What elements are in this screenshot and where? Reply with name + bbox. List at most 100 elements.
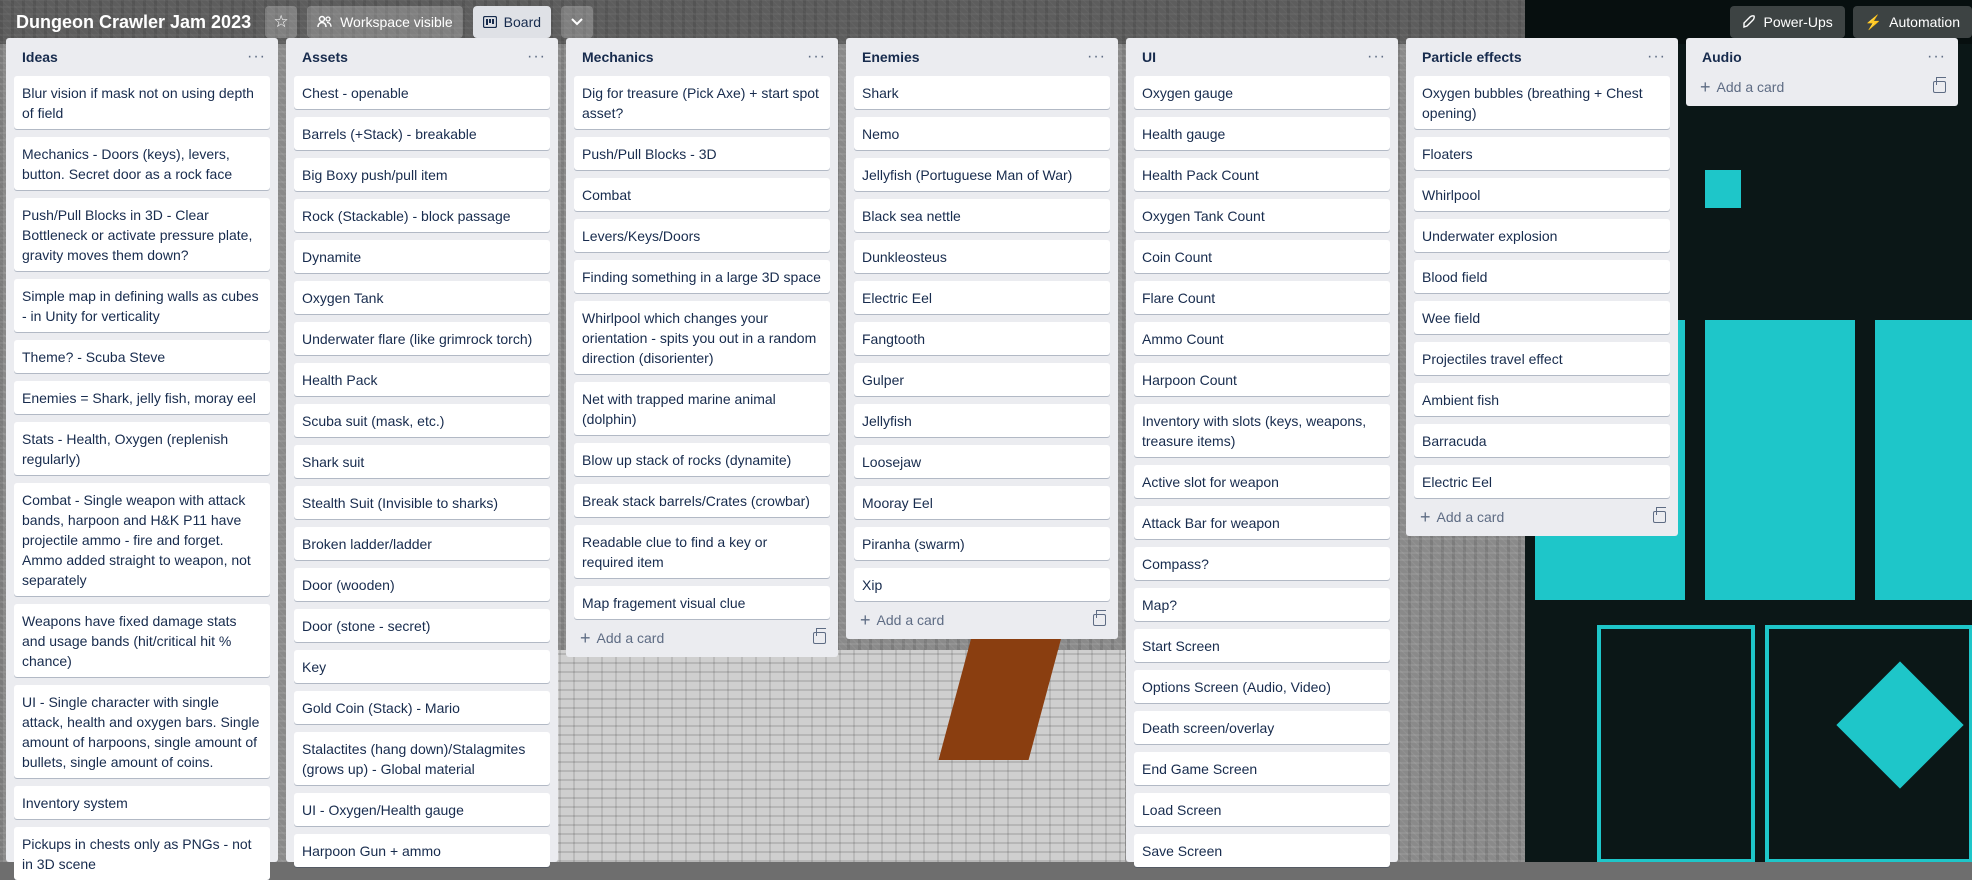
- card[interactable]: Scuba suit (mask, etc.): [294, 404, 550, 437]
- list-title[interactable]: Assets: [302, 49, 348, 65]
- card[interactable]: Underwater flare (like grimrock torch): [294, 322, 550, 355]
- card[interactable]: Flare Count: [1134, 281, 1390, 314]
- card[interactable]: Simple map in defining walls as cubes - …: [14, 279, 270, 332]
- card[interactable]: Levers/Keys/Doors: [574, 219, 830, 252]
- list-title[interactable]: Particle effects: [1422, 49, 1522, 65]
- card[interactable]: Piranha (swarm): [854, 527, 1110, 560]
- power-ups-button[interactable]: Power-Ups: [1730, 6, 1845, 38]
- more-icon[interactable]: ···: [1927, 48, 1946, 66]
- card[interactable]: Push/Pull Blocks in 3D - Clear Bottlenec…: [14, 198, 270, 271]
- card[interactable]: Ammo Count: [1134, 322, 1390, 355]
- card-template-icon[interactable]: [1093, 610, 1106, 626]
- card[interactable]: Health Pack Count: [1134, 158, 1390, 191]
- list-title[interactable]: Ideas: [22, 49, 58, 65]
- card[interactable]: Harpoon Gun + ammo: [294, 834, 550, 867]
- card[interactable]: Dunkleosteus: [854, 240, 1110, 273]
- more-icon[interactable]: ···: [1647, 48, 1666, 66]
- add-card-button[interactable]: + Add a card: [1700, 78, 1784, 96]
- board-view-button[interactable]: Board: [472, 6, 552, 38]
- card[interactable]: UI - Single character with single attack…: [14, 685, 270, 778]
- card[interactable]: Dig for treasure (Pick Axe) + start spot…: [574, 76, 830, 129]
- list-title[interactable]: Mechanics: [582, 49, 654, 65]
- card[interactable]: Door (wooden): [294, 568, 550, 601]
- card[interactable]: Shark suit: [294, 445, 550, 478]
- card[interactable]: Oxygen Tank Count: [1134, 199, 1390, 232]
- more-icon[interactable]: ···: [807, 48, 826, 66]
- card[interactable]: Oxygen bubbles (breathing + Chest openin…: [1414, 76, 1670, 129]
- card[interactable]: Blood field: [1414, 260, 1670, 293]
- card[interactable]: Shark: [854, 76, 1110, 109]
- card[interactable]: Rock (Stackable) - block passage: [294, 199, 550, 232]
- card[interactable]: Stats - Health, Oxygen (replenish regula…: [14, 422, 270, 475]
- card[interactable]: Big Boxy push/pull item: [294, 158, 550, 191]
- list-audio[interactable]: Audio ··· + Add a card: [1686, 38, 1958, 106]
- card[interactable]: Finding something in a large 3D space: [574, 260, 830, 293]
- card[interactable]: Inventory system: [14, 786, 270, 819]
- card[interactable]: Oxygen gauge: [1134, 76, 1390, 109]
- add-card-button[interactable]: + Add a card: [860, 611, 944, 629]
- add-card-button[interactable]: + Add a card: [1420, 508, 1504, 526]
- card[interactable]: Electric Eel: [1414, 465, 1670, 498]
- card[interactable]: Net with trapped marine animal (dolphin): [574, 382, 830, 435]
- card[interactable]: Projectiles travel effect: [1414, 342, 1670, 375]
- card[interactable]: Barracuda: [1414, 424, 1670, 457]
- card[interactable]: Save Screen: [1134, 834, 1390, 867]
- card[interactable]: Oxygen Tank: [294, 281, 550, 314]
- card[interactable]: Combat - Single weapon with attack bands…: [14, 483, 270, 596]
- card[interactable]: Stalactites (hang down)/Stalagmites (gro…: [294, 732, 550, 785]
- more-icon[interactable]: ···: [247, 48, 266, 66]
- list-title[interactable]: UI: [1142, 49, 1156, 65]
- card[interactable]: Death screen/overlay: [1134, 711, 1390, 744]
- card[interactable]: Underwater explosion: [1414, 219, 1670, 252]
- card[interactable]: Gold Coin (Stack) - Mario: [294, 691, 550, 724]
- card[interactable]: Gulper: [854, 363, 1110, 396]
- star-button[interactable]: ☆: [265, 6, 298, 38]
- board-title[interactable]: Dungeon Crawler Jam 2023: [16, 12, 251, 33]
- card[interactable]: Coin Count: [1134, 240, 1390, 273]
- list-ui[interactable]: UI ··· Oxygen gauge Health gauge Health …: [1126, 38, 1398, 867]
- list-assets[interactable]: Assets ··· Chest - openable Barrels (+St…: [286, 38, 558, 867]
- list-title[interactable]: Audio: [1702, 49, 1742, 65]
- card[interactable]: Break stack barrels/Crates (crowbar): [574, 484, 830, 517]
- card[interactable]: Mechanics - Doors (keys), levers, button…: [14, 137, 270, 190]
- card[interactable]: Map?: [1134, 588, 1390, 621]
- card[interactable]: Push/Pull Blocks - 3D: [574, 137, 830, 170]
- card[interactable]: Weapons have fixed damage stats and usag…: [14, 604, 270, 677]
- card[interactable]: Pickups in chests only as PNGs - not in …: [14, 827, 270, 880]
- add-card-button[interactable]: + Add a card: [580, 629, 664, 647]
- card[interactable]: Ambient fish: [1414, 383, 1670, 416]
- card[interactable]: Inventory with slots (keys, weapons, tre…: [1134, 404, 1390, 457]
- card[interactable]: Loosejaw: [854, 445, 1110, 478]
- card-template-icon[interactable]: [1653, 507, 1666, 523]
- card[interactable]: Black sea nettle: [854, 199, 1110, 232]
- card[interactable]: Fangtooth: [854, 322, 1110, 355]
- card[interactable]: Enemies = Shark, jelly fish, moray eel: [14, 381, 270, 414]
- card[interactable]: End Game Screen: [1134, 752, 1390, 785]
- automation-button[interactable]: ⚡ Automation: [1852, 6, 1972, 38]
- card[interactable]: UI - Oxygen/Health gauge: [294, 793, 550, 826]
- card[interactable]: Blur vision if mask not on using depth o…: [14, 76, 270, 129]
- more-icon[interactable]: ···: [527, 48, 546, 66]
- card[interactable]: Jellyfish (Portuguese Man of War): [854, 158, 1110, 191]
- list-ideas[interactable]: Ideas ··· Blur vision if mask not on usi…: [6, 38, 278, 880]
- card[interactable]: Theme? - Scuba Steve: [14, 340, 270, 373]
- card[interactable]: Blow up stack of rocks (dynamite): [574, 443, 830, 476]
- card[interactable]: Start Screen: [1134, 629, 1390, 662]
- list-title[interactable]: Enemies: [862, 49, 920, 65]
- card[interactable]: Barrels (+Stack) - breakable: [294, 117, 550, 150]
- card[interactable]: Door (stone - secret): [294, 609, 550, 642]
- visibility-button[interactable]: Workspace visible: [307, 6, 463, 38]
- list-enemies[interactable]: Enemies ··· Shark Nemo Jellyfish (Portug…: [846, 38, 1118, 639]
- card[interactable]: Health Pack: [294, 363, 550, 396]
- card[interactable]: Attack Bar for weapon: [1134, 506, 1390, 539]
- card[interactable]: Load Screen: [1134, 793, 1390, 826]
- more-icon[interactable]: ···: [1087, 48, 1106, 66]
- card[interactable]: Nemo: [854, 117, 1110, 150]
- card[interactable]: Options Screen (Audio, Video): [1134, 670, 1390, 703]
- card[interactable]: Electric Eel: [854, 281, 1110, 314]
- card[interactable]: Mooray Eel: [854, 486, 1110, 519]
- card[interactable]: Whirlpool which changes your orientation…: [574, 301, 830, 374]
- card[interactable]: Floaters: [1414, 137, 1670, 170]
- card-template-icon[interactable]: [813, 628, 826, 644]
- list-particle-effects[interactable]: Particle effects ··· Oxygen bubbles (bre…: [1406, 38, 1678, 536]
